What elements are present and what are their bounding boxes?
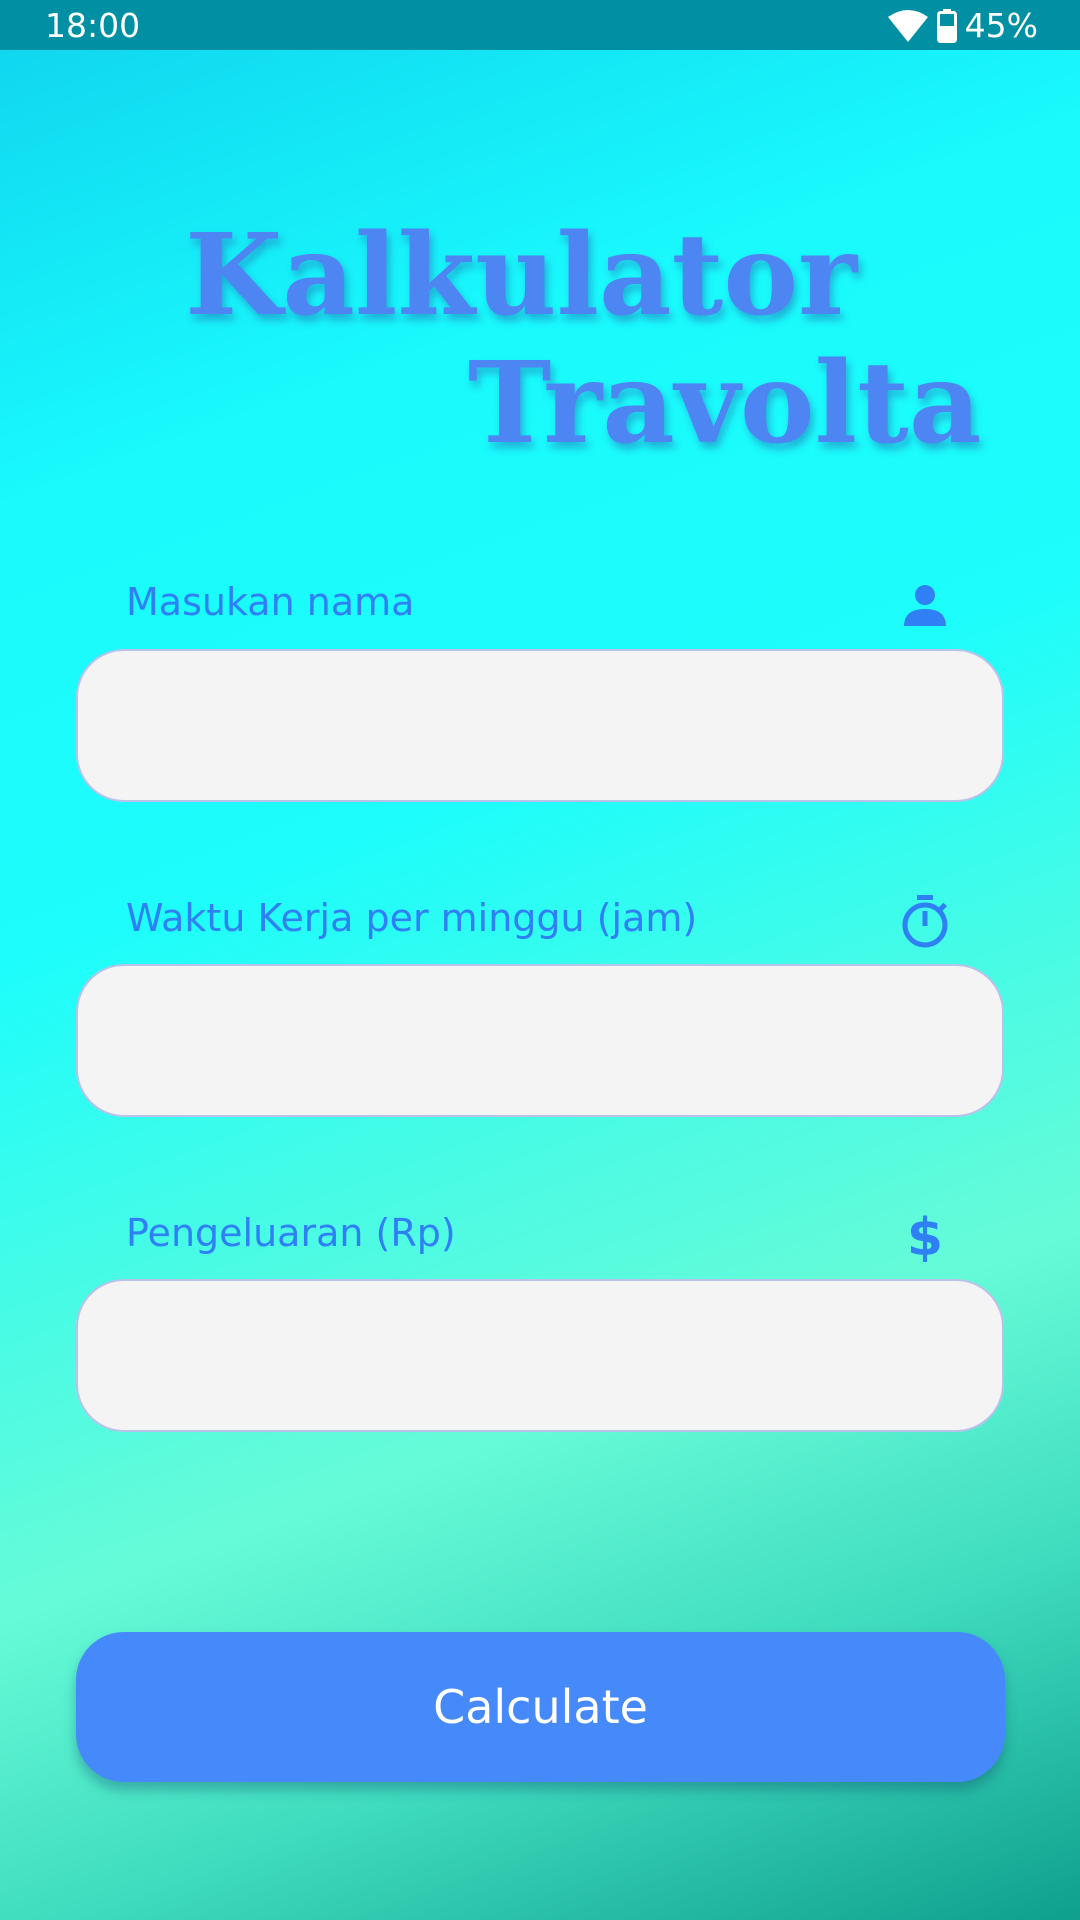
svg-text:$: $ bbox=[907, 1210, 943, 1262]
app-title-line-2: Travolta bbox=[468, 338, 982, 469]
hours-input[interactable] bbox=[76, 964, 1004, 1117]
status-time: 18:00 bbox=[45, 6, 141, 45]
expense-label: Pengeluaran (Rp) bbox=[126, 1211, 456, 1255]
app-title-line-1: Kalkulator bbox=[185, 210, 858, 341]
stopwatch-icon bbox=[900, 893, 950, 948]
status-icons: 45% bbox=[887, 6, 1038, 45]
dollar-icon: $ bbox=[900, 1208, 950, 1268]
hours-label: Waktu Kerja per minggu (jam) bbox=[126, 896, 698, 940]
expense-input[interactable] bbox=[76, 1279, 1004, 1432]
calculate-button[interactable]: Calculate bbox=[76, 1632, 1005, 1782]
battery-icon bbox=[936, 8, 957, 43]
person-icon bbox=[900, 580, 950, 630]
status-bar: 18:00 45% bbox=[0, 0, 1080, 50]
battery-level: 45% bbox=[964, 6, 1038, 45]
name-label: Masukan nama bbox=[126, 580, 415, 624]
name-input[interactable] bbox=[76, 649, 1004, 802]
wifi-icon bbox=[887, 9, 929, 43]
